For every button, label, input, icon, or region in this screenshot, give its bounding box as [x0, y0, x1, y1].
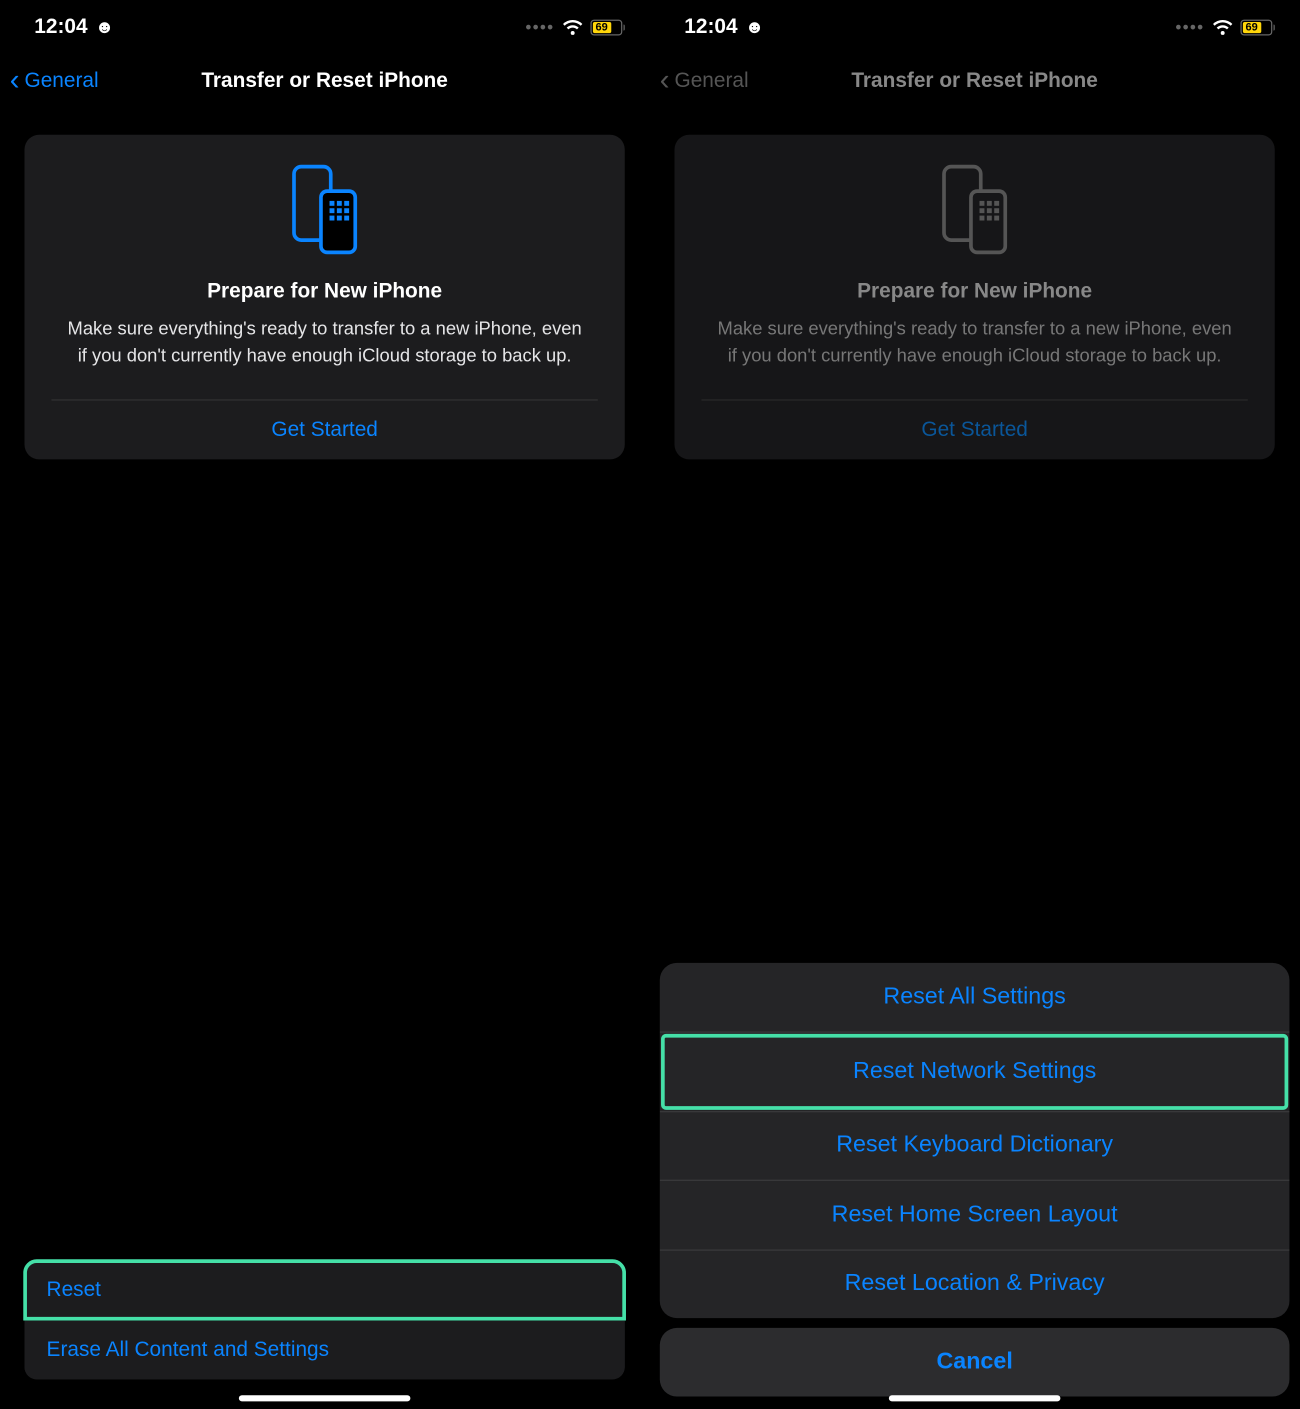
card-description: Make sure everything's ready to transfer…: [687, 316, 1263, 399]
chevron-left-icon: ‹: [10, 66, 20, 95]
erase-all-button[interactable]: Erase All Content and Settings: [25, 1321, 625, 1380]
bottom-options: Reset Erase All Content and Settings: [25, 1261, 625, 1380]
face-icon: ☻: [95, 17, 114, 38]
reset-home-screen-layout[interactable]: Reset Home Screen Layout: [660, 1180, 1290, 1249]
cancel-button[interactable]: Cancel: [660, 1328, 1290, 1397]
cellular-dots-icon: ••••: [525, 17, 554, 37]
card-description: Make sure everything's ready to transfer…: [37, 316, 613, 399]
wifi-icon: [562, 19, 583, 35]
battery-icon: 69: [1240, 19, 1275, 35]
back-label: General: [675, 69, 749, 94]
back-button[interactable]: ‹ General: [10, 66, 99, 95]
two-iphones-icon: [37, 164, 613, 257]
status-bar: 12:04 ☻ •••• 69: [0, 0, 649, 54]
chevron-left-icon: ‹: [660, 66, 670, 95]
battery-icon: 69: [590, 19, 625, 35]
reset-button[interactable]: Reset: [25, 1261, 625, 1320]
get-started-button[interactable]: Get Started: [37, 400, 613, 459]
wifi-icon: [1212, 19, 1233, 35]
face-icon: ☻: [745, 17, 764, 38]
nav-bar: ‹ General Transfer or Reset iPhone: [0, 54, 649, 108]
prepare-card: Prepare for New iPhone Make sure everyth…: [25, 135, 625, 459]
reset-all-settings[interactable]: Reset All Settings: [660, 963, 1290, 1032]
status-time: 12:04: [34, 15, 87, 40]
prepare-card: Prepare for New iPhone Make sure everyth…: [675, 135, 1275, 459]
card-title: Prepare for New iPhone: [37, 279, 613, 304]
home-indicator[interactable]: [889, 1395, 1061, 1401]
back-label: General: [25, 69, 99, 94]
nav-bar: ‹ General Transfer or Reset iPhone: [650, 54, 1299, 108]
card-title: Prepare for New iPhone: [687, 279, 1263, 304]
two-iphones-icon: [687, 164, 1263, 257]
reset-network-settings[interactable]: Reset Network Settings: [661, 1033, 1288, 1109]
home-indicator[interactable]: [239, 1395, 411, 1401]
reset-keyboard-dictionary[interactable]: Reset Keyboard Dictionary: [660, 1111, 1290, 1180]
cellular-dots-icon: ••••: [1175, 17, 1204, 37]
status-bar: 12:04 ☻ •••• 69: [650, 0, 1299, 54]
back-button: ‹ General: [660, 66, 749, 95]
status-time: 12:04: [684, 15, 737, 40]
reset-action-sheet: Reset All Settings Reset Network Setting…: [660, 963, 1290, 1397]
reset-location-privacy[interactable]: Reset Location & Privacy: [660, 1250, 1290, 1319]
get-started-button: Get Started: [687, 400, 1263, 459]
